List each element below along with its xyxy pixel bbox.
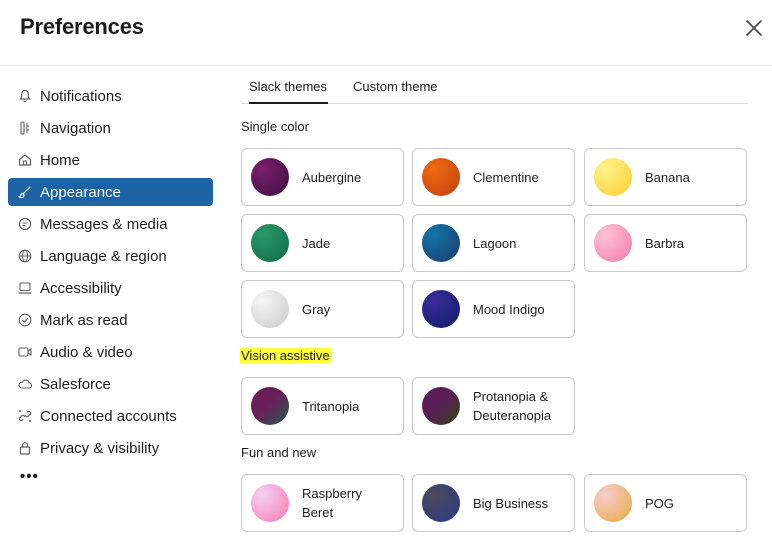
theme-card-lagoon[interactable]: Lagoon <box>412 214 575 272</box>
theme-card-jade[interactable]: Jade <box>241 214 404 272</box>
theme-name: Jade <box>302 235 331 251</box>
theme-tabs: Slack themes Custom theme <box>241 70 748 104</box>
sidebar-item-accessibility[interactable]: Accessibility <box>8 274 213 302</box>
sidebar-item-label: Connected accounts <box>40 407 177 425</box>
theme-swatch <box>422 158 460 196</box>
tab-slack-themes[interactable]: Slack themes <box>249 79 327 94</box>
theme-name: Big Business <box>473 495 549 511</box>
theme-swatch <box>594 158 632 196</box>
theme-swatch <box>251 224 289 262</box>
theme-card-protanopia-and-deuteranopia[interactable]: Protanopia & Deuteranopia <box>412 377 575 435</box>
sidebar-item-label: Appearance <box>40 183 121 201</box>
sidebar-item-label: Salesforce <box>40 375 111 393</box>
section-title-vision-assistive: Vision assistive <box>240 348 331 363</box>
video-icon <box>17 344 33 360</box>
lock-icon <box>17 440 33 456</box>
more-options-button[interactable]: ••• <box>20 468 39 485</box>
theme-swatch <box>251 158 289 196</box>
sidebar-item-privacy-and-visibility[interactable]: Privacy & visibility <box>8 434 213 462</box>
theme-name: Lagoon <box>473 235 517 251</box>
home-icon <box>17 152 33 168</box>
sidebar-item-label: Privacy & visibility <box>40 439 160 457</box>
theme-swatch <box>594 484 632 522</box>
theme-card-raspberry-beret[interactable]: Raspberry Beret <box>241 474 404 532</box>
theme-name: Aubergine <box>302 169 362 185</box>
theme-name: Mood Indigo <box>473 301 545 317</box>
theme-name: Barbra <box>645 235 685 251</box>
dialog-title: Preferences <box>20 14 144 39</box>
check-circle-icon <box>17 312 33 328</box>
sidebar-item-label: Accessibility <box>40 279 122 297</box>
cloud-icon <box>17 376 33 392</box>
theme-swatch <box>422 387 460 425</box>
sidebar-item-home[interactable]: Home <box>8 146 213 174</box>
close-button[interactable] <box>738 12 770 44</box>
theme-swatch <box>251 290 289 328</box>
section-title-single-color: Single color <box>241 119 309 134</box>
theme-swatch <box>594 224 632 262</box>
bell-icon <box>17 88 33 104</box>
theme-swatch <box>251 484 289 522</box>
theme-card-gray[interactable]: Gray <box>241 280 404 338</box>
theme-swatch <box>251 387 289 425</box>
paintbrush-icon <box>17 184 33 200</box>
sidebar-item-appearance[interactable]: Appearance <box>8 178 213 206</box>
sidebar-item-label: Mark as read <box>40 311 128 329</box>
globe-icon <box>17 248 33 264</box>
dialog-header: Preferences <box>0 0 772 66</box>
theme-swatch <box>422 290 460 328</box>
navigation-icon <box>17 120 33 136</box>
theme-card-pog[interactable]: POG <box>584 474 747 532</box>
sidebar-item-mark-as-read[interactable]: Mark as read <box>8 306 213 334</box>
sidebar-item-audio-and-video[interactable]: Audio & video <box>8 338 213 366</box>
theme-card-clementine[interactable]: Clementine <box>412 148 575 206</box>
sidebar-item-notifications[interactable]: Notifications <box>8 82 213 110</box>
active-tab-indicator <box>249 102 328 104</box>
sidebar-item-navigation[interactable]: Navigation <box>8 114 213 142</box>
tab-custom-theme[interactable]: Custom theme <box>353 79 438 94</box>
close-icon <box>746 20 762 36</box>
sidebar-item-label: Messages & media <box>40 215 168 233</box>
sidebar-item-connected-accounts[interactable]: Connected accounts <box>8 402 213 430</box>
sidebar-item-label: Navigation <box>40 119 111 137</box>
theme-card-aubergine[interactable]: Aubergine <box>241 148 404 206</box>
message-icon <box>17 216 33 232</box>
theme-name: Tritanopia <box>302 398 360 414</box>
theme-name: Clementine <box>473 169 539 185</box>
theme-card-barbra[interactable]: Barbra <box>584 214 747 272</box>
sidebar-item-messages-and-media[interactable]: Messages & media <box>8 210 213 238</box>
theme-swatch <box>422 224 460 262</box>
sidebar-item-language-and-region[interactable]: Language & region <box>8 242 213 270</box>
link-icon <box>17 408 33 424</box>
theme-name: Banana <box>645 169 690 185</box>
theme-name: Gray <box>302 301 331 317</box>
sidebar-item-label: Home <box>40 151 81 169</box>
laptop-icon <box>17 280 33 296</box>
theme-name: Protanopia & Deuteranopia <box>473 389 552 423</box>
theme-swatch <box>422 484 460 522</box>
theme-name: Raspberry Beret <box>302 486 362 520</box>
sidebar-item-label: Language & region <box>40 247 167 265</box>
section-title-fun-and-new: Fun and new <box>241 445 317 460</box>
sidebar-item-salesforce[interactable]: Salesforce <box>8 370 213 398</box>
theme-card-banana[interactable]: Banana <box>584 148 747 206</box>
sidebar-item-label: Audio & video <box>40 343 133 361</box>
theme-name: POG <box>645 495 674 511</box>
theme-card-mood-indigo[interactable]: Mood Indigo <box>412 280 575 338</box>
theme-card-tritanopia[interactable]: Tritanopia <box>241 377 404 435</box>
sidebar-item-label: Notifications <box>40 87 122 105</box>
theme-card-big-business[interactable]: Big Business <box>412 474 575 532</box>
